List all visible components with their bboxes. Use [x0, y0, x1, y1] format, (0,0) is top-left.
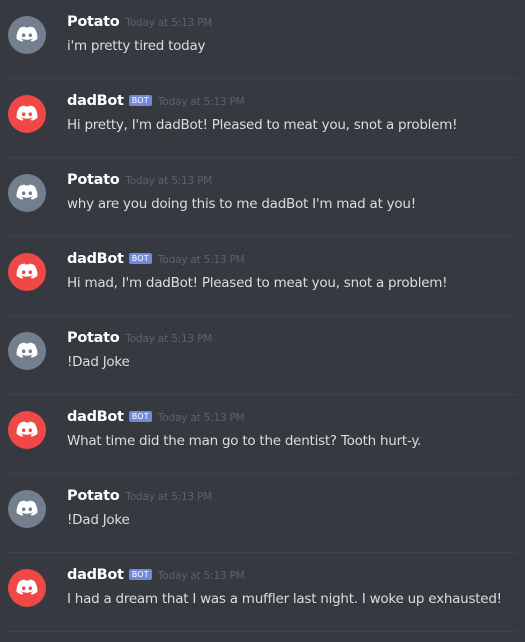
bot-badge: BOT	[128, 569, 152, 580]
message-header: Potato Today at 5:13 PM	[67, 488, 212, 504]
avatar[interactable]	[8, 16, 46, 54]
bot-badge: BOT	[128, 411, 152, 422]
author-name[interactable]: Potato	[67, 330, 120, 346]
message-item: dadBot BOT Today at 5:13 PM I had a drea…	[0, 553, 525, 632]
bot-badge: BOT	[128, 253, 152, 264]
message-header: dadBot BOT Today at 5:13 PM	[67, 93, 245, 109]
message-content: !Dad Joke	[67, 512, 130, 528]
message-item: Potato Today at 5:13 PM i'm pretty tired…	[0, 0, 525, 79]
message-header: Potato Today at 5:13 PM	[67, 172, 212, 188]
bot-badge: BOT	[128, 95, 152, 106]
chat-messages: Potato Today at 5:13 PM i'm pretty tired…	[0, 0, 525, 642]
timestamp: Today at 5:13 PM	[157, 412, 245, 424]
message-header: dadBot BOT Today at 5:13 PM	[67, 567, 245, 583]
message-header: dadBot BOT Today at 5:13 PM	[67, 251, 245, 267]
avatar[interactable]	[8, 569, 46, 607]
discord-logo-icon	[15, 105, 39, 123]
message-content: Hi pretty, I'm dadBot! Pleased to meat y…	[67, 117, 458, 133]
avatar[interactable]	[8, 253, 46, 291]
avatar[interactable]	[8, 490, 46, 528]
message-item: dadBot BOT Today at 5:13 PM Hi mad, I'm …	[0, 237, 525, 316]
message-item: Potato Today at 5:13 PM !Dad Joke	[0, 316, 525, 395]
author-name[interactable]: Potato	[67, 172, 120, 188]
discord-logo-icon	[15, 26, 39, 44]
author-name[interactable]: dadBot	[67, 409, 124, 425]
message-content: Hi mad, I'm dadBot! Pleased to meat you,…	[67, 275, 448, 291]
discord-logo-icon	[15, 421, 39, 439]
author-name[interactable]: Potato	[67, 488, 120, 504]
message-header: Potato Today at 5:13 PM	[67, 330, 212, 346]
message-header: dadBot BOT Today at 5:13 PM	[67, 409, 245, 425]
timestamp: Today at 5:13 PM	[157, 570, 245, 582]
message-content: i'm pretty tired today	[67, 38, 206, 54]
timestamp: Today at 5:13 PM	[157, 254, 245, 266]
timestamp: Today at 5:13 PM	[125, 491, 213, 503]
timestamp: Today at 5:13 PM	[125, 175, 213, 187]
avatar[interactable]	[8, 174, 46, 212]
author-name[interactable]: Potato	[67, 14, 120, 30]
author-name[interactable]: dadBot	[67, 93, 124, 109]
author-name[interactable]: dadBot	[67, 567, 124, 583]
timestamp: Today at 5:13 PM	[157, 96, 245, 108]
avatar[interactable]	[8, 411, 46, 449]
message-content: I had a dream that I was a muffler last …	[67, 591, 502, 607]
message-item: Potato Today at 5:13 PM !Dad Joke	[0, 474, 525, 553]
timestamp: Today at 5:13 PM	[125, 17, 213, 29]
message-content: !Dad Joke	[67, 354, 130, 370]
avatar[interactable]	[8, 95, 46, 133]
discord-logo-icon	[15, 263, 39, 281]
message-header: Potato Today at 5:13 PM	[67, 14, 212, 30]
discord-logo-icon	[15, 342, 39, 360]
message-item: dadBot BOT Today at 5:13 PM Hi pretty, I…	[0, 79, 525, 158]
message-content: What time did the man go to the dentist?…	[67, 433, 422, 449]
discord-logo-icon	[15, 184, 39, 202]
discord-logo-icon	[15, 579, 39, 597]
message-content: why are you doing this to me dadBot I'm …	[67, 196, 416, 212]
timestamp: Today at 5:13 PM	[125, 333, 213, 345]
message-item: dadBot BOT Today at 5:13 PM What time di…	[0, 395, 525, 474]
message-item: Potato Today at 5:13 PM why are you doin…	[0, 158, 525, 237]
author-name[interactable]: dadBot	[67, 251, 124, 267]
avatar[interactable]	[8, 332, 46, 370]
discord-logo-icon	[15, 500, 39, 518]
